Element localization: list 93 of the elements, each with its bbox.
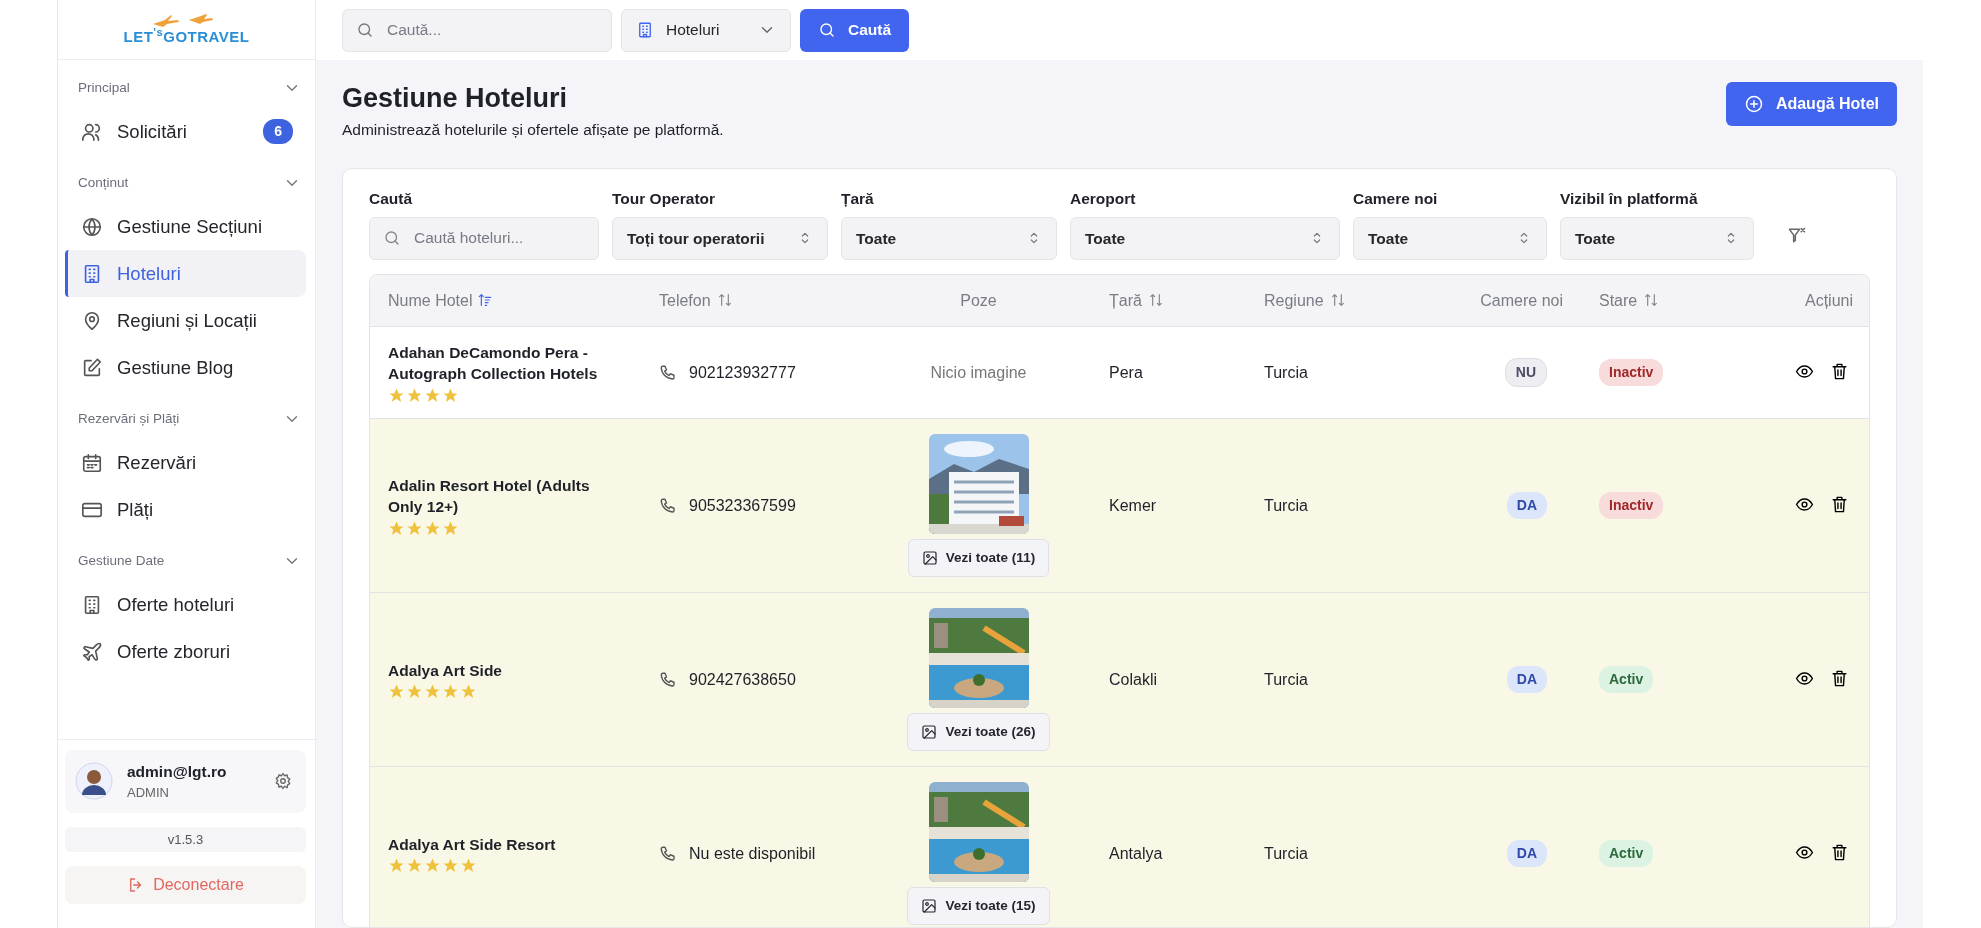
type-dropdown[interactable]: Hoteluri [621,8,791,52]
sidebar-item[interactable]: Regiuni și Locații [65,297,306,344]
search-button[interactable]: Caută [800,8,910,52]
table-cell: Colakli [1109,670,1157,688]
image-icon [921,898,938,915]
section-title: Principal [78,78,130,97]
section-title: Rezervări și Plăți [78,409,180,428]
filter-label: Vizibil în platformă [1560,188,1699,209]
table-cell: Turcia [1264,844,1308,862]
hotel-name: Adahan DeCamondo Pera - Autograph Collection Hotels [388,342,599,385]
new-rooms-badge: DA [1506,492,1547,520]
phone-icon [659,670,677,689]
filter-label: Aeroport [1070,188,1137,209]
filter-dropdown[interactable]: Toate [1560,216,1754,260]
building-icon [636,21,654,39]
count-badge: 6 [263,119,293,144]
view-all-photos-button[interactable]: Vezi toate (26) [907,713,1050,752]
phone-icon [659,363,677,382]
new-rooms-badge: NU [1504,358,1547,388]
filter-label: Țară [841,188,875,209]
image-icon [921,550,938,567]
phone-number: 902123932777 [689,362,796,383]
phone-icon [659,496,677,515]
hotel-name: Adalya Art Side [388,660,503,681]
filter-dropdown[interactable]: Toate [1353,216,1547,260]
sidebar-item[interactable]: Oferte zboruri [65,628,306,675]
table-cell: Turcia [1264,670,1308,688]
column-header[interactable]: Stare [1599,291,1638,309]
column-header: Camere noi [1480,291,1563,309]
column-header[interactable]: Telefon [659,291,711,309]
edit-icon [81,356,103,379]
section-title: Gestiune Date [78,551,165,570]
airplane-icon [81,640,103,663]
filter-dropdown[interactable]: Toți tour operatorii [612,216,828,260]
column-header[interactable]: Nume Hotel [388,291,473,309]
status-badge: Inactiv [1599,359,1664,387]
filter-clear-icon [1787,225,1807,246]
hotel-name: Adalya Art Side Resort [388,834,557,855]
avatar [75,762,113,801]
trash-icon [1830,361,1849,381]
plus-circle-icon [1743,94,1764,114]
filter-dropdown[interactable]: Toate [1070,216,1340,260]
trash-icon [1830,668,1849,688]
table-cell: Antalya [1109,844,1163,862]
page-title: Gestiune Hoteluri [342,82,569,115]
status-badge: Inactiv [1599,492,1664,520]
sidebar-item[interactable]: Hoteluri [65,250,306,297]
column-header: Acțiuni [1804,291,1853,309]
table-cell: Turcia [1264,496,1308,514]
phone-icon [659,844,677,863]
status-badge: Activ [1599,840,1654,868]
gear-icon [274,772,292,791]
user-role: ADMIN [127,784,170,802]
filter-label: Caută [369,188,414,209]
add-hotel-button[interactable]: Adaugă Hotel [1725,82,1897,126]
sidebar-item[interactable]: Solicitări 6 [65,108,306,155]
new-rooms-badge: DA [1506,840,1547,868]
trash-icon [1830,494,1849,514]
column-header[interactable]: Țară [1109,291,1142,309]
sidebar-item[interactable]: Gestiune Blog [65,344,306,391]
globe-icon [81,215,103,238]
sidebar-item[interactable]: Plăți [65,486,306,533]
no-image-text: Nicio imagine [930,363,1027,381]
table-cell: Pera [1109,363,1143,381]
filter-label: Camere noi [1353,188,1439,209]
trash-icon [1830,842,1849,862]
phone-number: 905323367599 [689,495,796,516]
phone-number: 902427638650 [689,669,796,690]
image-icon [921,724,938,741]
table-cell: Turcia [1264,363,1308,381]
filter-dropdown[interactable]: Toate [841,216,1057,260]
new-rooms-badge: DA [1506,666,1547,694]
version-label: v1.5.3 [65,826,306,852]
sidebar-item[interactable]: Oferte hoteluri [65,581,306,628]
table-cell: Kemer [1109,496,1157,514]
column-header: Poze [960,291,997,309]
page-subtitle: Administrează hotelurile și ofertele afișate pe platformă. [342,120,724,141]
phone-number: Nu este disponibil [689,843,816,864]
sidebar-item[interactable]: Rezervări [65,439,306,486]
section-title: Conținut [78,173,129,192]
hotel-search-field[interactable]: Caută hoteluri... [369,216,599,260]
search-field[interactable]: Caută... [342,8,612,52]
sidebar-item[interactable]: Gestiune Secțiuni [65,203,306,250]
status-badge: Activ [1599,666,1654,694]
search-icon [818,21,836,39]
user-email: admin@lgt.ro [127,761,227,782]
calendar-icon [81,451,103,474]
logo-text: LET$^{'s}$GOTRAVEL [123,27,250,46]
view-all-photos-button[interactable]: Vezi toate (15) [907,887,1050,926]
view-all-photos-button[interactable]: Vezi toate (11) [907,539,1050,578]
hotel-name: Adalin Resort Hotel (Adults Only 12+) [388,475,591,518]
column-header[interactable]: Regiune [1264,291,1324,309]
filter-label: Tour Operator [612,188,717,209]
